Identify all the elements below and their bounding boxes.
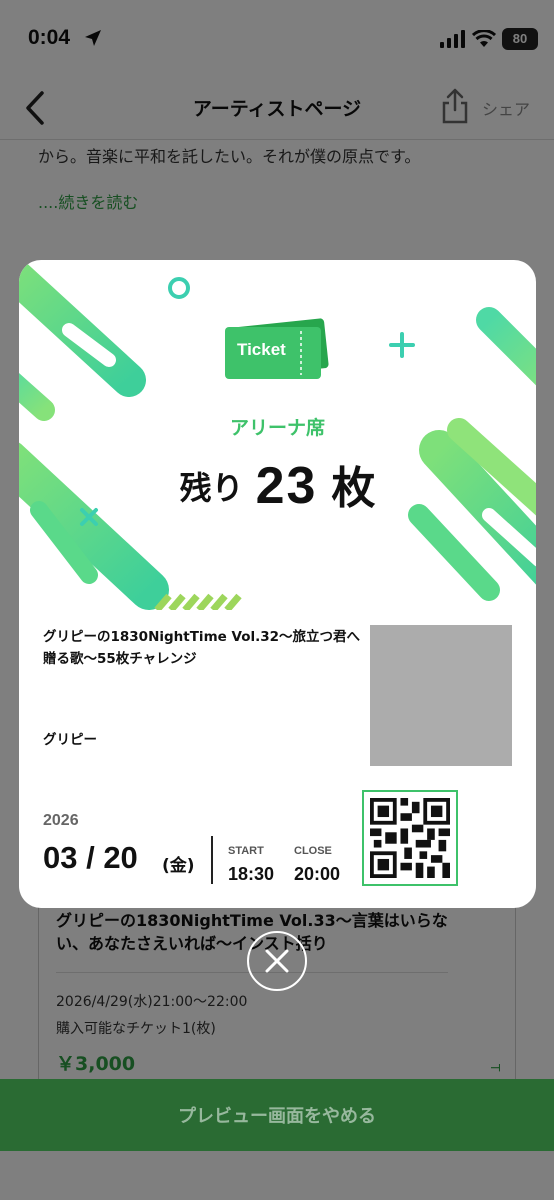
close-icon bbox=[265, 949, 289, 973]
seat-type: アリーナ席 bbox=[229, 417, 325, 439]
close-label: CLOSE bbox=[294, 845, 332, 857]
event-day-of-week: (金) bbox=[162, 856, 195, 876]
qr-code bbox=[362, 790, 458, 886]
artist-name: グリピー bbox=[43, 732, 97, 748]
remaining-unit: 枚 bbox=[331, 463, 376, 514]
qr-code-icon bbox=[370, 798, 450, 878]
close-time: 20:00 bbox=[294, 864, 341, 884]
date-divider bbox=[211, 836, 213, 884]
remaining-label: 残り bbox=[179, 469, 244, 507]
stop-preview-button[interactable]: プレビュー画面をやめる bbox=[0, 1079, 554, 1151]
start-time: 18:30 bbox=[228, 864, 275, 884]
event-thumbnail-placeholder bbox=[370, 625, 512, 766]
event-date: 03 / 20 bbox=[43, 840, 138, 875]
ticket-badge-label: Ticket bbox=[237, 340, 286, 359]
ticket-preview-card: Ticket アリーナ席 残り 23 枚 グリピーの1830NightTime Vo… bbox=[19, 260, 536, 908]
close-preview-button[interactable] bbox=[247, 931, 307, 991]
stop-preview-label: プレビュー画面をやめる bbox=[178, 1106, 376, 1127]
remaining-count: 23 bbox=[255, 457, 318, 515]
start-label: START bbox=[228, 845, 264, 857]
event-title: グリピーの1830NightTime Vol.32～旅立つ君へ贈る歌～55枚チャ… bbox=[43, 629, 361, 667]
remaining-tickets: 残り 23 枚 bbox=[19, 452, 536, 516]
event-year: 2026 bbox=[43, 812, 79, 829]
